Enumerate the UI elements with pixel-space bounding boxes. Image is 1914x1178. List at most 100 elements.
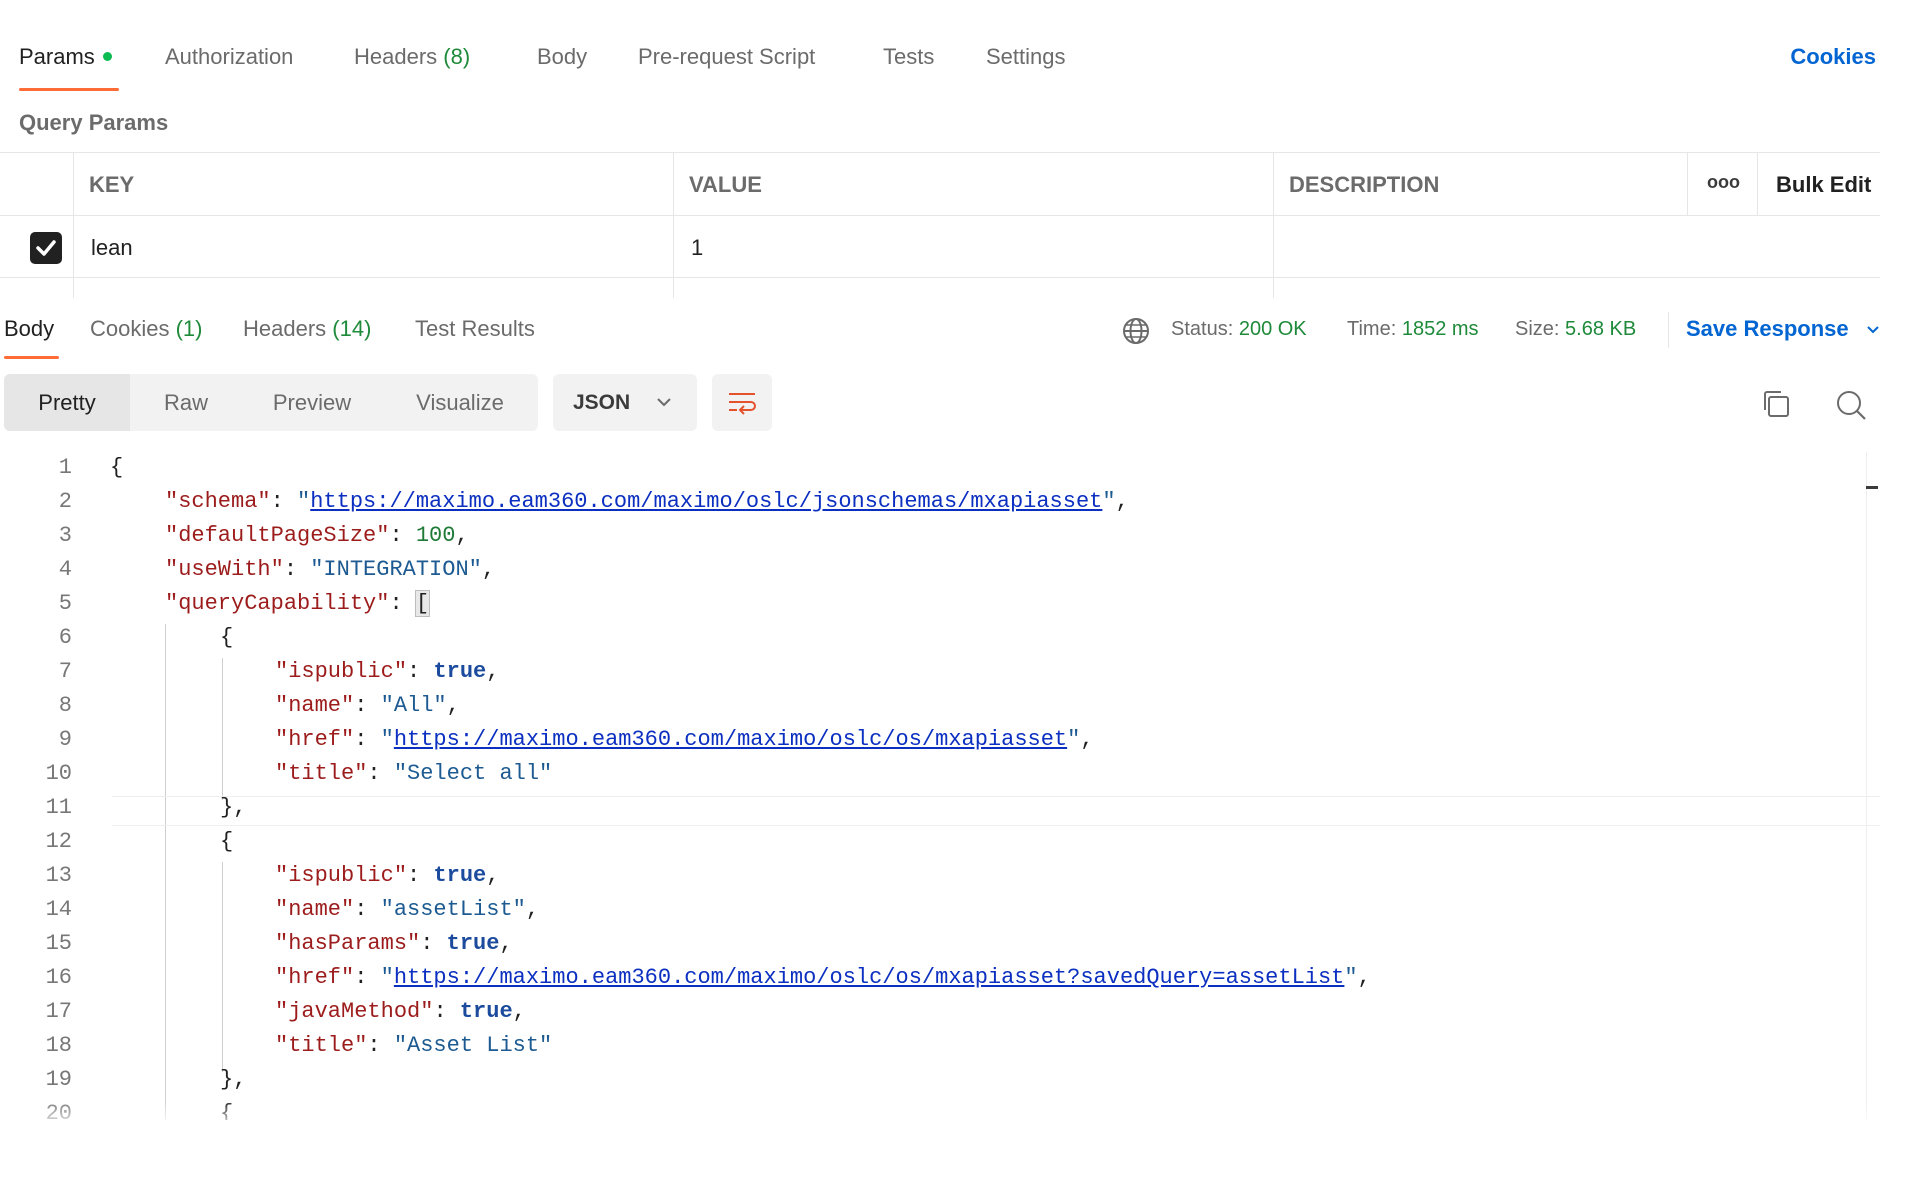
params-active-dot — [102, 51, 112, 61]
code-text: "defaultPageSize": 100, — [165, 523, 469, 548]
response-status: Status: 200 OK — [1171, 318, 1307, 341]
code-line: 19}, — [0, 1067, 1880, 1101]
line-number: 14 — [45, 897, 72, 922]
key-header: KEY — [89, 172, 135, 197]
response-body-editor[interactable]: 1 {2 "schema": "https://maximo.eam360.com/… — [0, 452, 1880, 1120]
matched-bracket: [ — [414, 590, 431, 617]
response-tab-body-label: Body — [4, 316, 55, 341]
time-label: Time: — [1347, 318, 1397, 340]
code-text: "schema": "https://maximo.eam360.com/max… — [165, 489, 1129, 514]
tab-body-label: Body — [537, 44, 588, 69]
format-select[interactable]: JSON — [553, 374, 697, 431]
view-raw-button[interactable]: Raw — [130, 374, 242, 431]
copy-icon[interactable] — [1760, 388, 1792, 420]
chevron-down-icon — [657, 398, 671, 407]
checkmark-icon — [36, 240, 56, 256]
response-tab-test-results-label: Test Results — [415, 316, 535, 341]
code-text: "hasParams": true, — [275, 931, 513, 956]
tab-settings[interactable]: Settings — [986, 44, 1066, 70]
line-number: 16 — [45, 965, 72, 990]
code-line: 18 "title": "Asset List" — [0, 1033, 1880, 1067]
line-number: 10 — [45, 761, 72, 786]
line-number: 1 — [58, 455, 72, 480]
tab-headers[interactable]: Headers (8) — [354, 44, 470, 70]
format-select-value: JSON — [573, 391, 631, 414]
meta-divider — [1668, 312, 1669, 348]
response-tab-body[interactable]: Body — [4, 316, 54, 342]
tab-headers-count: (8) — [443, 44, 471, 69]
tab-pre-request-script[interactable]: Pre-request Script — [638, 44, 815, 70]
code-text: "href": "https://maximo.eam360.com/maxim… — [275, 727, 1094, 752]
wrap-lines-icon — [729, 393, 756, 415]
line-number: 6 — [58, 625, 72, 650]
chevron-down-icon — [1867, 326, 1879, 334]
line-number: 8 — [58, 693, 72, 718]
response-size: Size: 5.68 KB — [1515, 318, 1636, 341]
code-line: 3 "defaultPageSize": 100, — [0, 523, 1880, 557]
code-line: 12 { — [0, 829, 1880, 863]
value-header: VALUE — [689, 172, 762, 197]
param-value-field[interactable]: 1 — [691, 235, 703, 261]
line-number: 4 — [58, 557, 72, 582]
code-text: "queryCapability": [ — [165, 590, 431, 617]
tab-body[interactable]: Body — [537, 44, 587, 70]
tab-authorization[interactable]: Authorization — [165, 44, 293, 70]
code-text: "title": "Asset List" — [275, 1033, 553, 1058]
code-text: "ispublic": true, — [275, 659, 500, 684]
more-options-button[interactable]: ooo — [1707, 172, 1740, 193]
code-line: 17 "javaMethod": true, — [0, 999, 1880, 1033]
current-line-highlight — [112, 796, 1880, 826]
query-params-table — [0, 152, 1880, 298]
active-tab-indicator — [19, 88, 119, 91]
view-mode-group: Pretty Raw Preview Visualize — [4, 374, 538, 431]
search-icon[interactable] — [1834, 388, 1868, 422]
save-response-button[interactable]: Save Response — [1686, 316, 1881, 342]
code-text: "name": "assetList", — [275, 897, 540, 922]
response-tab-headers[interactable]: Headers (14) — [243, 316, 371, 342]
code-text: "javaMethod": true, — [275, 999, 526, 1024]
response-active-tab-indicator — [4, 356, 59, 359]
tab-params[interactable]: Params — [19, 44, 112, 70]
view-pretty-button[interactable]: Pretty — [4, 374, 130, 431]
status-value: 200 OK — [1238, 318, 1307, 340]
line-number: 2 — [58, 489, 72, 514]
code-line: 7 "ispublic": true, — [0, 659, 1880, 693]
description-header: DESCRIPTION — [1289, 172, 1440, 197]
line-number: 18 — [45, 1033, 72, 1058]
param-enabled-checkbox[interactable] — [30, 232, 62, 264]
tab-tests[interactable]: Tests — [883, 44, 934, 70]
response-tab-headers-label: Headers — [243, 316, 327, 341]
request-tabs: Params Authorization Headers (8) Body Pr… — [0, 0, 1880, 100]
code-text: "title": "Select all" — [275, 761, 553, 786]
view-preview-button[interactable]: Preview — [242, 374, 382, 431]
code-line: 13 "ispublic": true, — [0, 863, 1880, 897]
wrap-lines-button[interactable] — [712, 374, 772, 431]
code-line: 4 "useWith": "INTEGRATION", — [0, 557, 1880, 591]
code-line: 8 "name": "All", — [0, 693, 1880, 727]
code-line: 10 "title": "Select all" — [0, 761, 1880, 795]
query-params-title: Query Params — [19, 110, 169, 135]
tab-settings-label: Settings — [986, 44, 1066, 69]
code-text: { — [110, 455, 124, 480]
bulk-edit-button[interactable]: Bulk Edit — [1776, 172, 1871, 198]
view-visualize-button[interactable]: Visualize — [382, 374, 538, 431]
code-text: "href": "https://maximo.eam360.com/maxim… — [275, 965, 1371, 990]
response-tab-cookies-count: (1) — [175, 316, 203, 341]
code-line: 16 "href": "https://maximo.eam360.com/max… — [0, 965, 1880, 999]
code-text: }, — [220, 1067, 247, 1092]
param-key-field[interactable]: lean — [91, 235, 133, 261]
header-divider — [0, 215, 1880, 216]
line-number: 5 — [58, 591, 72, 616]
line-number: 11 — [45, 795, 72, 820]
line-number: 9 — [58, 727, 72, 752]
param-description-field[interactable] — [1280, 226, 1680, 266]
editor-scrollbar[interactable] — [1866, 452, 1867, 1120]
cookies-link[interactable]: Cookies — [1790, 44, 1876, 70]
line-number: 15 — [45, 931, 72, 956]
code-line: 15 "hasParams": true, — [0, 931, 1880, 965]
response-tab-test-results[interactable]: Test Results — [415, 316, 535, 342]
response-tab-cookies[interactable]: Cookies (1) — [90, 316, 203, 342]
editor-fade — [0, 1100, 1880, 1130]
code-line: 2 "schema": "https://maximo.eam360.com/ma… — [0, 489, 1880, 523]
globe-icon[interactable] — [1121, 316, 1151, 346]
